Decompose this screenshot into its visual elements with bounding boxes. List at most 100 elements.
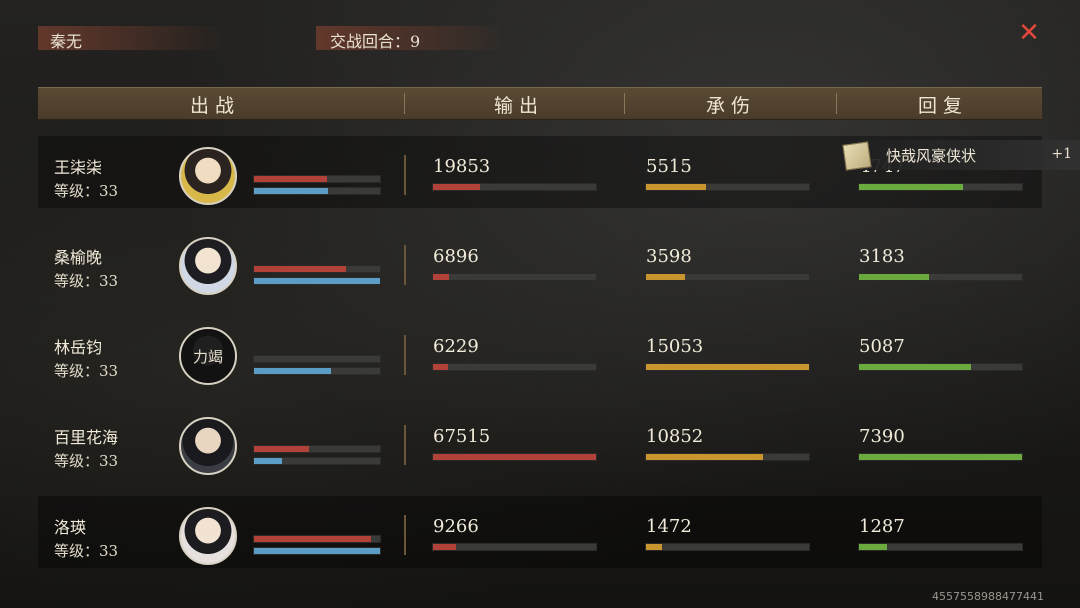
round-counter: 交战回合：9 [330, 32, 421, 51]
recovery-fill [859, 274, 930, 280]
output-value: 9266 [433, 516, 479, 537]
output-bar [432, 543, 597, 551]
recovery-value: 5087 [859, 336, 905, 357]
exhausted-label: 力竭 [192, 348, 223, 366]
mp-bar [253, 187, 381, 195]
character-name: 林岳钧 [54, 338, 103, 357]
output-bar [432, 453, 597, 461]
output-fill [433, 544, 456, 550]
user-id: 4557558988477441 [932, 590, 1044, 603]
column-divider [404, 155, 406, 195]
character-level: 等级：33 [54, 362, 119, 380]
recovery-fill [859, 364, 972, 370]
output-fill [433, 274, 450, 280]
damage-taken-bar [645, 273, 810, 281]
round-plate: 交战回合：9 [316, 26, 506, 51]
recovery-value: 3183 [859, 246, 905, 267]
damage-taken-value: 3598 [646, 246, 692, 267]
recovery-bar [858, 363, 1023, 371]
avatar[interactable] [179, 147, 237, 205]
output-bar [432, 183, 597, 191]
header-recovery: 回复 [918, 95, 969, 117]
output-bar [432, 273, 597, 281]
damage-taken-bar [645, 543, 810, 551]
mp-bar [253, 547, 381, 555]
header-divider [836, 93, 837, 114]
character-name: 洛瑛 [54, 518, 87, 537]
player-name-plate: 秦无 [38, 26, 228, 51]
damage-taken-fill [646, 544, 663, 550]
damage-taken-bar [645, 363, 810, 371]
damage-taken-value: 5515 [646, 156, 692, 177]
mp-fill [254, 188, 329, 194]
avatar[interactable] [179, 237, 237, 295]
column-divider [404, 335, 406, 375]
hp-fill [254, 446, 310, 452]
hp-bar [253, 535, 381, 543]
hp-bar [253, 445, 381, 453]
avatar[interactable] [179, 417, 237, 475]
close-icon[interactable]: ✕ [1016, 20, 1042, 46]
hp-bar [253, 175, 381, 183]
recovery-value: 1287 [859, 516, 905, 537]
mp-fill [254, 458, 282, 464]
award-count: +1 [1051, 146, 1072, 162]
hp-bar [253, 355, 381, 363]
recovery-fill [859, 184, 964, 190]
output-value: 6229 [433, 336, 479, 357]
output-value: 19853 [433, 156, 491, 177]
damage-taken-fill [646, 184, 707, 190]
hp-fill [254, 536, 372, 542]
hp-fill [254, 266, 346, 272]
damage-taken-value: 15053 [646, 336, 704, 357]
mp-bar [253, 457, 381, 465]
output-bar [432, 363, 597, 371]
character-level: 等级：33 [54, 272, 119, 290]
mp-bar [253, 367, 381, 375]
damage-taken-value: 1472 [646, 516, 692, 537]
avatar[interactable] [179, 507, 237, 565]
mp-fill [254, 278, 380, 284]
recovery-fill [859, 454, 1022, 460]
mp-fill [254, 368, 331, 374]
award-notification: 快哉风豪侠状 +1 [840, 140, 1080, 171]
header-divider [624, 93, 625, 114]
column-divider [404, 425, 406, 465]
header-deploy: 出战 [190, 95, 241, 117]
output-fill [433, 364, 448, 370]
mp-fill [254, 548, 380, 554]
award-text: 快哉风豪侠状 [886, 147, 977, 165]
character-name: 桑榆晚 [54, 248, 103, 267]
output-value: 6896 [433, 246, 479, 267]
recovery-fill [859, 544, 887, 550]
hp-bar [253, 265, 381, 273]
column-divider [404, 515, 406, 555]
mp-bar [253, 277, 381, 285]
player-name: 秦无 [50, 32, 83, 51]
output-value: 67515 [433, 426, 491, 447]
output-fill [433, 184, 481, 190]
output-fill [433, 454, 596, 460]
avatar[interactable]: 力竭 [179, 327, 237, 385]
recovery-bar [858, 183, 1023, 191]
damage-taken-fill [646, 454, 764, 460]
header-output: 输出 [494, 95, 545, 117]
damage-taken-fill [646, 364, 809, 370]
character-name: 百里花海 [54, 428, 119, 447]
damage-taken-bar [645, 453, 810, 461]
character-name: 王柒柒 [54, 158, 103, 177]
recovery-bar [858, 273, 1023, 281]
recovery-bar [858, 543, 1023, 551]
character-level: 等级：33 [54, 542, 119, 560]
column-divider [404, 245, 406, 285]
header-divider [404, 93, 405, 114]
character-level: 等级：33 [54, 182, 119, 200]
scroll-icon [842, 141, 872, 171]
recovery-bar [858, 453, 1023, 461]
character-level: 等级：33 [54, 452, 119, 470]
stats-header: 出战 输出 承伤 回复 [38, 87, 1042, 120]
recovery-value: 7390 [859, 426, 905, 447]
damage-taken-bar [645, 183, 810, 191]
header-damage-taken: 承伤 [706, 95, 757, 117]
damage-taken-value: 10852 [646, 426, 704, 447]
